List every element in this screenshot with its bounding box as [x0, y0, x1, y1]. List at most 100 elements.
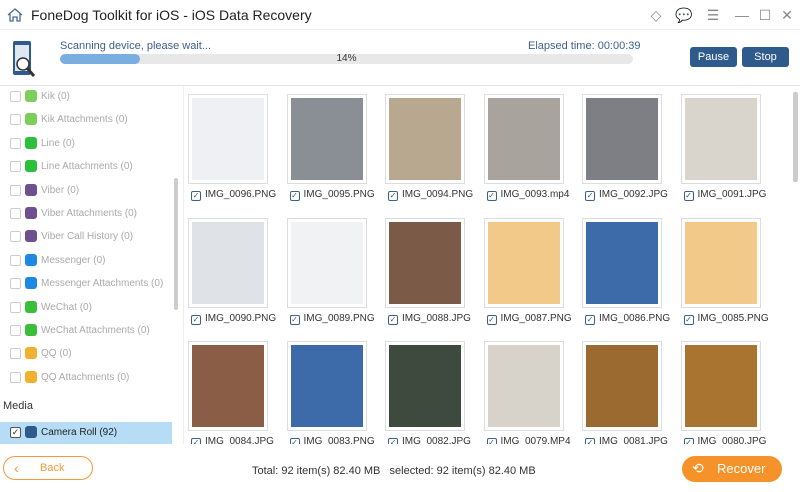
checkbox[interactable] [10, 184, 21, 196]
checkbox[interactable] [10, 371, 21, 383]
sidebar-item[interactable]: Kik Attachments (0) [0, 109, 172, 131]
checkbox[interactable]: ✓ [486, 191, 497, 201]
checkbox[interactable]: ✓ [388, 314, 398, 325]
checkbox[interactable] [10, 231, 21, 243]
sidebar-item-label: QQ Attachments (0) [41, 371, 130, 383]
thumbnail[interactable] [680, 341, 761, 431]
menu-icon[interactable]: ☰ [704, 6, 722, 24]
wechat-icon [25, 324, 37, 336]
checkbox[interactable]: ✓ [289, 191, 300, 201]
checkbox[interactable]: ✓ [585, 314, 595, 325]
recover-label: Recover [717, 461, 766, 476]
sidebar-item[interactable]: Viber (0) [0, 180, 172, 202]
thumbnail[interactable] [680, 217, 761, 308]
stop-button[interactable]: Stop [742, 47, 789, 67]
thumbnail[interactable] [385, 217, 465, 308]
viber-icon [25, 230, 37, 243]
pause-button[interactable]: Pause [690, 47, 737, 67]
file-name: IMG_0082.JPG [402, 436, 471, 444]
chevron-left-icon: ‹ [14, 460, 19, 476]
checkbox[interactable] [10, 254, 21, 266]
checkbox[interactable]: ✓ [10, 427, 21, 438]
thumbnail[interactable] [286, 94, 367, 184]
checkbox[interactable] [10, 137, 21, 149]
sidebar-item-label: Camera Roll (92) [41, 427, 118, 438]
sidebar-item[interactable]: Kik (0) [0, 86, 172, 108]
sidebar-item-label: Kik (0) [41, 91, 70, 102]
scan-panel: Scanning device, please wait... Elapsed … [0, 30, 800, 86]
sidebar-item[interactable]: Viber Call History (0) [0, 226, 172, 248]
maximize-icon[interactable]: ☐ [756, 6, 774, 24]
sidebar-item-label: Viber Attachments (0) [41, 208, 137, 219]
sidebar-item[interactable]: Viber Attachments (0) [0, 203, 172, 225]
checkbox[interactable]: ✓ [191, 191, 201, 201]
sidebar-scrollbar[interactable] [174, 178, 178, 310]
back-button[interactable]: ‹ Back [3, 456, 93, 480]
file-name: IMG_0084.JPG [205, 436, 274, 444]
sidebar-item-label: Viber Call History (0) [41, 231, 134, 243]
checkbox[interactable]: ✓ [683, 314, 694, 325]
kik-icon [25, 90, 37, 102]
sidebar-item[interactable]: Messenger (0) [0, 250, 172, 272]
thumbnail[interactable] [188, 94, 268, 184]
sidebar-item[interactable]: QQ (0) [0, 343, 172, 365]
thumbnail[interactable] [286, 341, 367, 431]
checkbox[interactable] [10, 161, 21, 173]
checkbox[interactable]: ✓ [289, 314, 300, 325]
feedback-icon[interactable]: 💬 [675, 6, 693, 24]
sidebar-item[interactable]: Messenger Attachments (0) [0, 273, 172, 295]
thumbnail[interactable] [385, 341, 465, 431]
sidebar-item-label: Viber (0) [41, 184, 80, 196]
file-grid: ✓ IMG_0096.PNG ✓ IMG_0095.PNG ✓ IMG_0094.PNG ✓… [185, 86, 800, 444]
viber-icon [25, 183, 37, 196]
line-icon [25, 160, 37, 173]
device-scan-icon [13, 41, 36, 77]
checkbox[interactable]: ✓ [585, 191, 595, 201]
checkbox[interactable] [10, 325, 21, 336]
thumbnail[interactable] [483, 94, 564, 184]
minimize-icon[interactable]: — [733, 6, 751, 24]
thumbnail[interactable] [582, 94, 662, 184]
checkbox[interactable]: ✓ [683, 191, 694, 201]
sidebar-item[interactable]: Line Attachments (0) [0, 156, 172, 178]
sidebar-item-label: Kik Attachments (0) [41, 114, 128, 126]
thumbnail[interactable] [483, 341, 564, 431]
close-icon[interactable]: ✕ [778, 6, 796, 24]
checkbox[interactable]: ✓ [486, 314, 497, 325]
line-icon [25, 136, 37, 149]
sidebar-item-label: WeChat (0) [41, 301, 92, 313]
file-name: IMG_0091.JPG [697, 189, 767, 200]
sidebar-item[interactable]: WeChat Attachments (0) [0, 320, 172, 342]
file-name: IMG_0083.PNG [303, 436, 375, 444]
diamond-icon[interactable]: ◇ [647, 6, 665, 24]
checkbox[interactable] [10, 278, 21, 290]
thumbnail[interactable] [680, 94, 761, 184]
home-icon[interactable] [6, 6, 24, 24]
file-name: IMG_0079.MP4 [500, 436, 571, 444]
thumbnail[interactable] [582, 341, 662, 431]
kik-icon [25, 113, 37, 126]
thumbnail[interactable] [188, 217, 268, 308]
checkbox[interactable] [10, 91, 21, 102]
sidebar-item[interactable]: QQ Attachments (0) [0, 367, 172, 389]
thumbnail[interactable] [385, 94, 465, 184]
sidebar-item[interactable]: WeChat (0) [0, 297, 172, 319]
thumbnail[interactable] [582, 217, 662, 308]
checkbox[interactable]: ✓ [388, 191, 398, 201]
sidebar-item-camera-roll[interactable]: ✓ Camera Roll (92) [0, 422, 172, 444]
total-summary: Total: 92 item(s) 82.40 MB selected: 92 … [252, 465, 536, 477]
sidebar-item[interactable]: Line (0) [0, 133, 172, 155]
checkbox[interactable] [10, 348, 21, 360]
sidebar-item-label: WeChat Attachments (0) [41, 325, 150, 336]
file-name: IMG_0087.PNG [500, 312, 572, 324]
checkbox[interactable] [10, 114, 21, 126]
thumbnail[interactable] [286, 217, 367, 308]
recover-button[interactable]: ⟲ Recover [682, 456, 782, 482]
thumbnail[interactable] [483, 217, 564, 308]
thumbnail[interactable] [188, 341, 268, 431]
grid-scrollbar[interactable] [793, 92, 798, 182]
qq-icon [25, 347, 37, 360]
checkbox[interactable]: ✓ [191, 314, 201, 325]
checkbox[interactable] [10, 301, 21, 313]
checkbox[interactable] [10, 208, 21, 219]
